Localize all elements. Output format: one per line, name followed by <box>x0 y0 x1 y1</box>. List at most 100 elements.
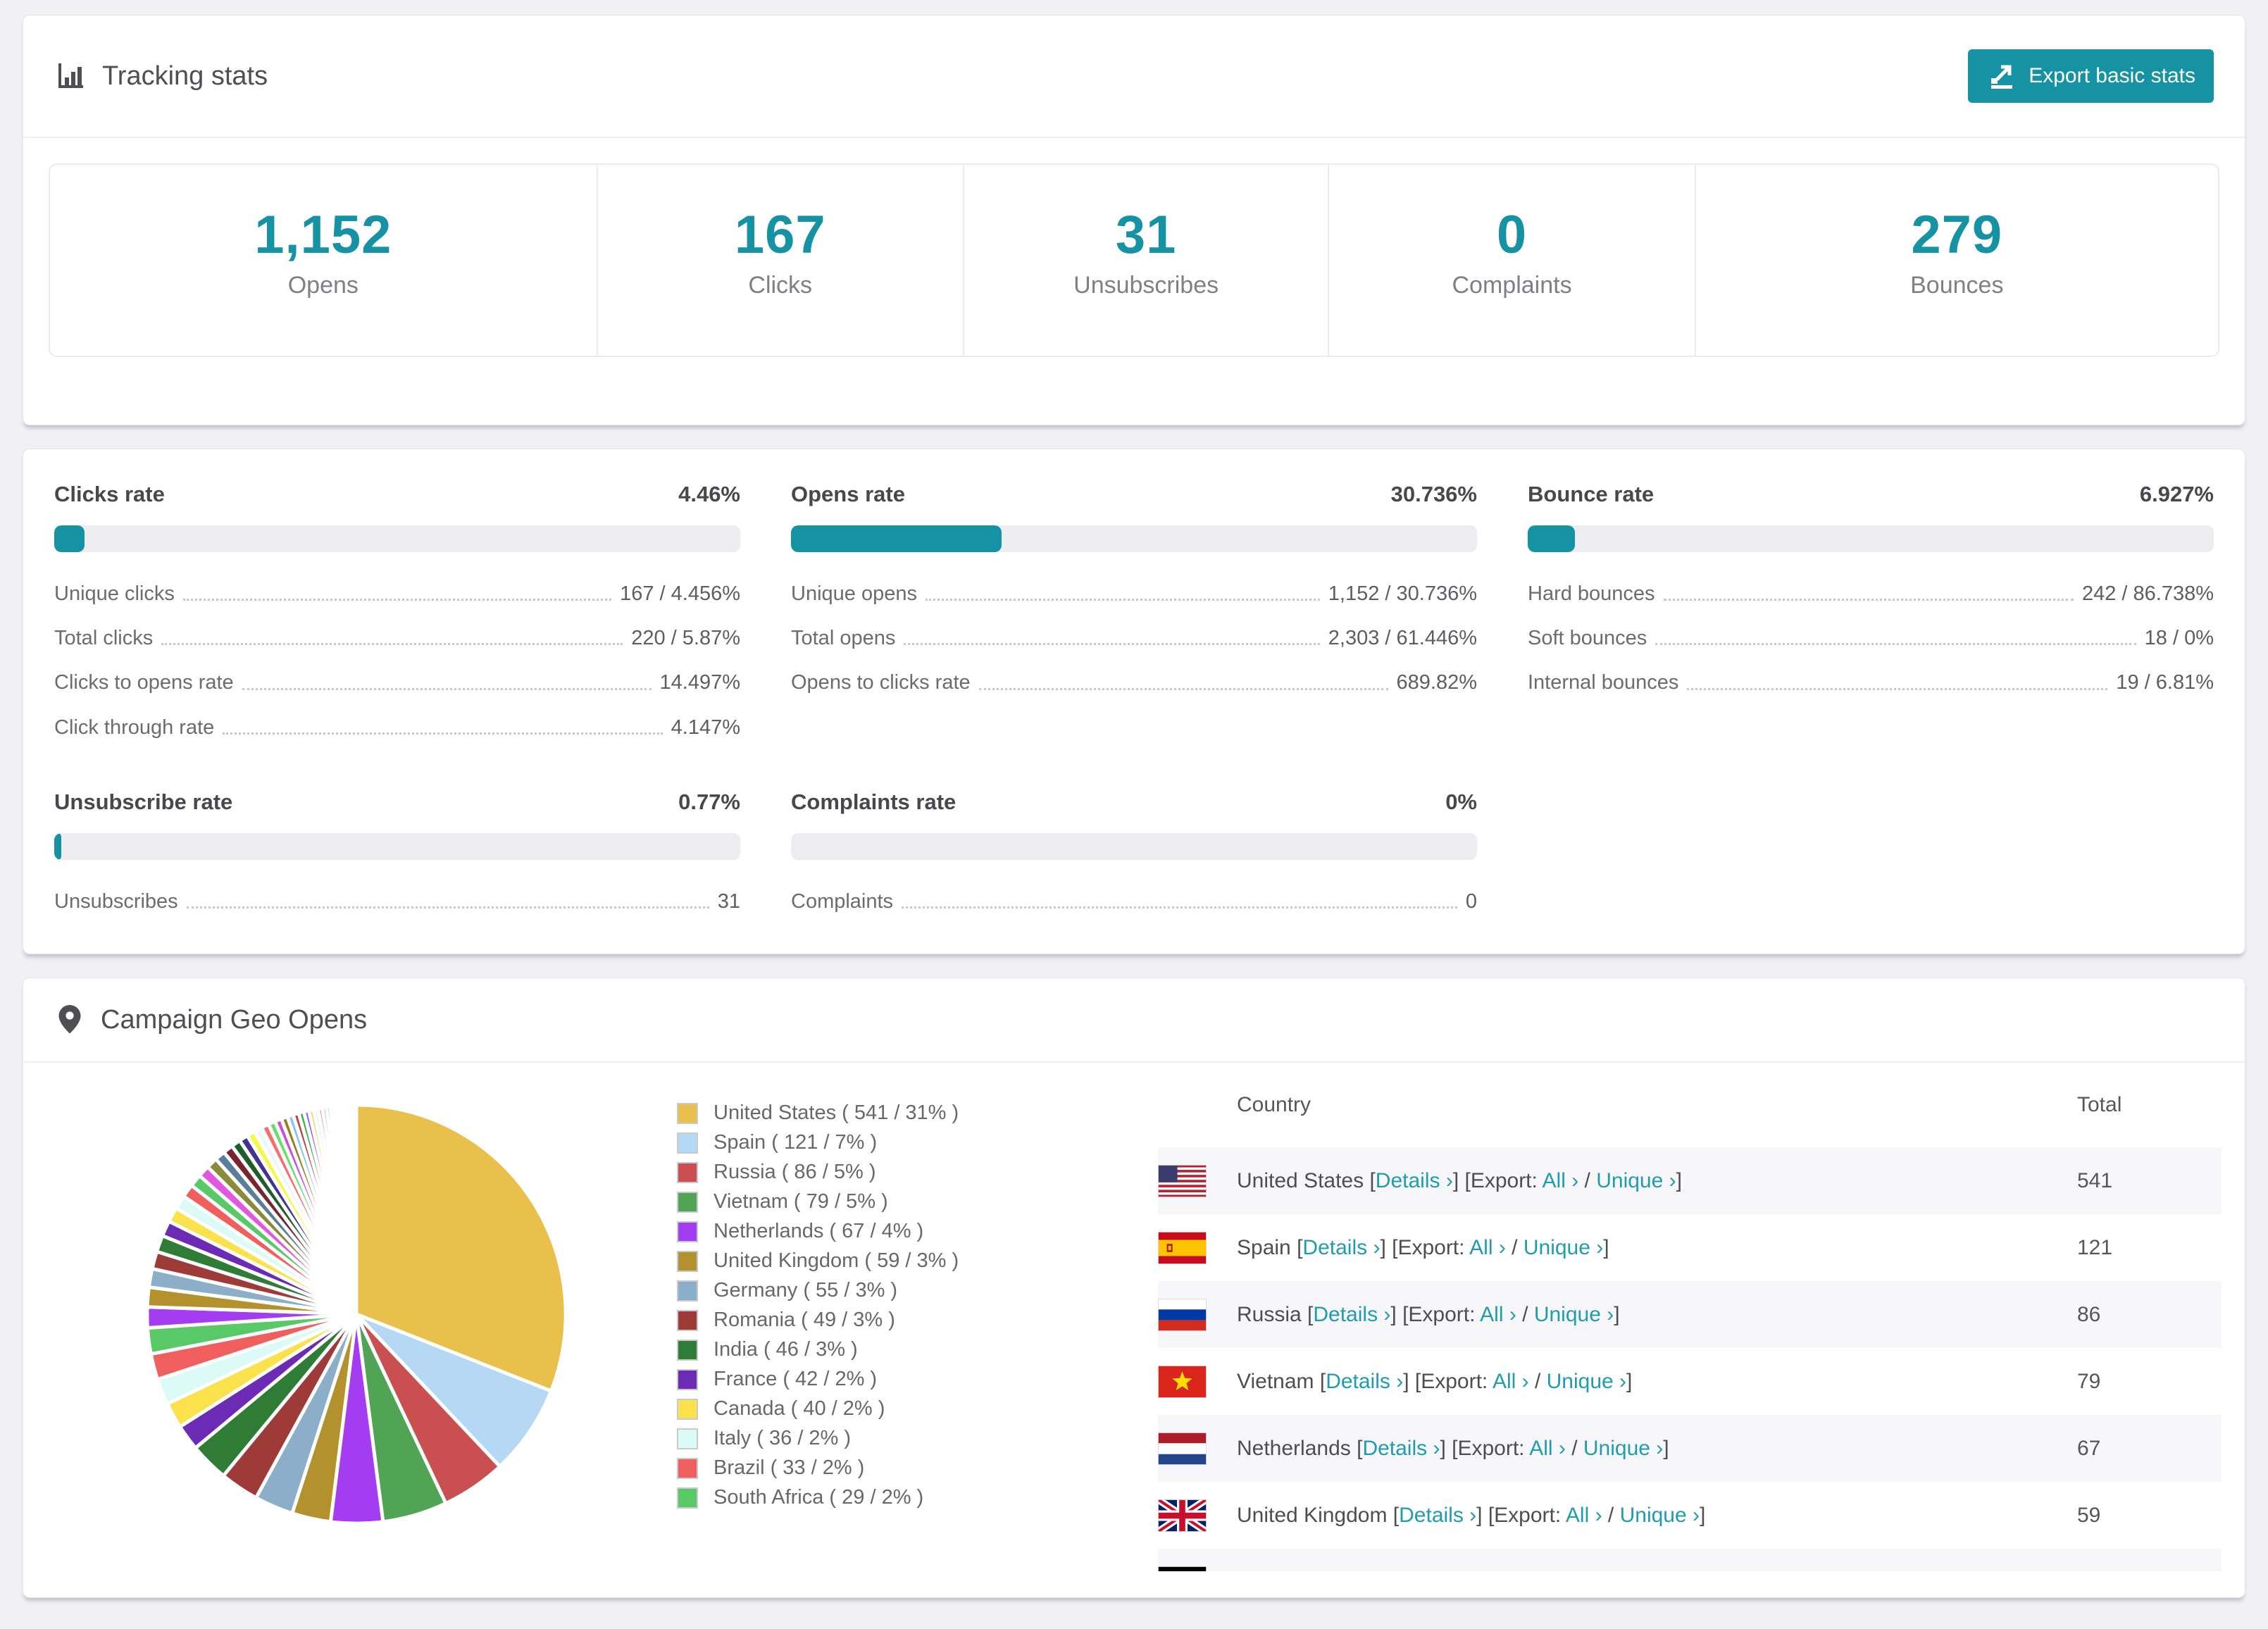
summary-stat-cell: 279 Bounces <box>1694 165 2218 356</box>
export-all-link[interactable]: All › <box>1543 1169 1579 1192</box>
rate-stat-row: Clicks to opens rate 14.497% <box>54 661 740 705</box>
separator-text: / <box>1565 1436 1583 1460</box>
stat-value: 31 <box>1115 205 1177 265</box>
country-cell: Vietnam [Details ›] [Export: All › / Uni… <box>1158 1365 2077 1398</box>
legend-swatch <box>677 1398 698 1420</box>
details-link[interactable]: Details › <box>1399 1504 1476 1527</box>
export-unique-link[interactable]: Unique › <box>1524 1236 1603 1259</box>
dotted-leader <box>186 906 709 909</box>
export-unique-link[interactable]: Unique › <box>1596 1169 1676 1192</box>
rate-rows: Complaints 0 <box>791 880 1477 924</box>
bracket-text: [ <box>1350 1436 1363 1460</box>
export-all-link[interactable]: All › <box>1480 1303 1516 1326</box>
details-link[interactable]: Details › <box>1313 1303 1390 1326</box>
country-cell: Russia [Details ›] [Export: All › / Uniq… <box>1158 1298 2077 1331</box>
export-button-label: Export basic stats <box>2029 64 2195 87</box>
legend-swatch <box>677 1339 698 1361</box>
export-prefix-text: ] [Export: <box>1403 1369 1493 1393</box>
progress-bar-fill <box>54 525 85 552</box>
rate-title: Unsubscribe rate <box>54 789 233 814</box>
legend-label: Spain ( 121 / 7% ) <box>714 1131 878 1154</box>
rate-percent: 6.927% <box>2139 481 2214 506</box>
legend-label: Romania ( 49 / 3% ) <box>714 1309 895 1332</box>
details-link[interactable]: Details › <box>1362 1437 1440 1460</box>
legend-item[interactable]: India ( 46 / 3% ) <box>677 1338 959 1361</box>
dotted-leader <box>902 906 1457 909</box>
legend-item[interactable]: Russia ( 86 / 5% ) <box>677 1161 959 1183</box>
rate-rows: Unique clicks 167 / 4.456% Total clicks … <box>54 572 740 750</box>
export-unique-link[interactable]: Unique › <box>1534 1303 1614 1326</box>
rate-stat-row: Complaints 0 <box>791 880 1477 924</box>
country-flag-icon <box>1158 1432 1207 1465</box>
export-icon <box>1986 61 2017 92</box>
rate-stat-row: Click through rate 4.147% <box>54 706 740 750</box>
rate-title: Opens rate <box>791 481 905 506</box>
rate-stat-row: Opens to clicks rate 689.82% <box>791 661 1477 705</box>
legend-swatch <box>677 1161 698 1183</box>
page-title: Tracking stats <box>102 61 268 91</box>
rate-stat-value: 242 / 86.738% <box>2081 582 2214 605</box>
export-unique-link[interactable]: Unique › <box>1620 1504 1700 1527</box>
progress-bar <box>791 525 1477 552</box>
rate-block: Clicks rate 4.46% Unique clicks 167 / 4.… <box>54 482 740 750</box>
country-name: Russia <box>1237 1302 1302 1326</box>
legend-item[interactable]: Netherlands ( 67 / 4% ) <box>677 1220 959 1242</box>
legend-item[interactable]: France ( 42 / 2% ) <box>677 1368 959 1390</box>
table-body: United States [Details ›] [Export: All ›… <box>1158 1147 2222 1572</box>
details-link[interactable]: Details › <box>1376 1169 1453 1192</box>
dotted-leader <box>182 598 612 601</box>
legend-label: United States ( 541 / 31% ) <box>714 1101 959 1125</box>
map-pin-icon <box>54 1004 85 1036</box>
column-header-country: Country <box>1237 1093 1311 1117</box>
dotted-leader <box>925 598 1320 601</box>
export-prefix-text: ] [Export: <box>1390 1302 1481 1326</box>
export-all-link[interactable]: All › <box>1566 1504 1602 1527</box>
bracket-text: [ <box>1387 1503 1400 1527</box>
geo-title-wrap: Campaign Geo Opens <box>54 1004 367 1036</box>
country-cell-text: Vietnam [Details ›] [Export: All › / Uni… <box>1237 1370 1632 1394</box>
legend-item[interactable]: United States ( 541 / 31% ) <box>677 1101 959 1125</box>
dotted-leader <box>161 643 623 646</box>
dotted-leader <box>242 687 652 690</box>
country-flag-icon <box>1158 1298 1207 1331</box>
legend-item[interactable]: Canada ( 40 / 2% ) <box>677 1397 959 1420</box>
bracket-close-text: ] <box>1676 1168 1682 1192</box>
export-prefix-text: ] [Export: <box>1452 1168 1543 1192</box>
legend-swatch <box>677 1221 698 1242</box>
legend-item[interactable]: Brazil ( 33 / 2% ) <box>677 1456 959 1479</box>
bracket-close-text: ] <box>1663 1436 1669 1460</box>
bracket-text: [ <box>1301 1302 1314 1326</box>
details-link[interactable]: Details › <box>1326 1370 1403 1393</box>
separator-text: / <box>1578 1168 1597 1192</box>
total-cell: 67 <box>2077 1436 2101 1460</box>
legend-item[interactable]: United Kingdom ( 59 / 3% ) <box>677 1249 959 1272</box>
separator-text: / <box>1528 1369 1547 1393</box>
dotted-leader <box>978 687 1388 690</box>
details-link[interactable]: Details › <box>1302 1236 1380 1259</box>
rate-rows: Unsubscribes 31 <box>54 880 740 924</box>
export-basic-stats-button[interactable]: Export basic stats <box>1968 49 2214 103</box>
rate-stat-row: Internal bounces 19 / 6.81% <box>1528 661 2214 705</box>
rate-block: Bounce rate 6.927% Hard bounces 242 / 86… <box>1528 482 2214 750</box>
export-unique-link[interactable]: Unique › <box>1547 1370 1626 1393</box>
legend-item[interactable]: South Africa ( 29 / 2% ) <box>677 1486 959 1509</box>
export-prefix-text: ] [Export: <box>1440 1436 1530 1460</box>
rate-stat-row: Soft bounces 18 / 0% <box>1528 616 2214 661</box>
export-unique-link[interactable]: Unique › <box>1583 1437 1663 1460</box>
export-all-link[interactable]: All › <box>1529 1437 1566 1460</box>
stat-value: 279 <box>1911 205 2003 265</box>
export-all-link[interactable]: All › <box>1493 1370 1529 1393</box>
legend-item[interactable]: Spain ( 121 / 7% ) <box>677 1131 959 1154</box>
summary-stat-cell: 31 Unsubscribes <box>962 165 1328 356</box>
export-all-link[interactable]: All › <box>1469 1236 1506 1259</box>
progress-bar-fill <box>791 525 1002 552</box>
legend-item[interactable]: Romania ( 49 / 3% ) <box>677 1309 959 1331</box>
rate-title: Complaints rate <box>791 789 957 814</box>
rate-percent: 0.77% <box>678 789 740 814</box>
legend-item[interactable]: Italy ( 36 / 2% ) <box>677 1427 959 1449</box>
tracking-stats-card: Tracking stats Export basic stats 1,152 … <box>23 15 2245 425</box>
legend-item[interactable]: Vietnam ( 79 / 5% ) <box>677 1190 959 1213</box>
stat-label: Complaints <box>1452 271 1572 299</box>
legend-item[interactable]: Germany ( 55 / 3% ) <box>677 1279 959 1302</box>
rate-block: Unsubscribe rate 0.77% Unsubscribes 31 <box>54 789 740 924</box>
